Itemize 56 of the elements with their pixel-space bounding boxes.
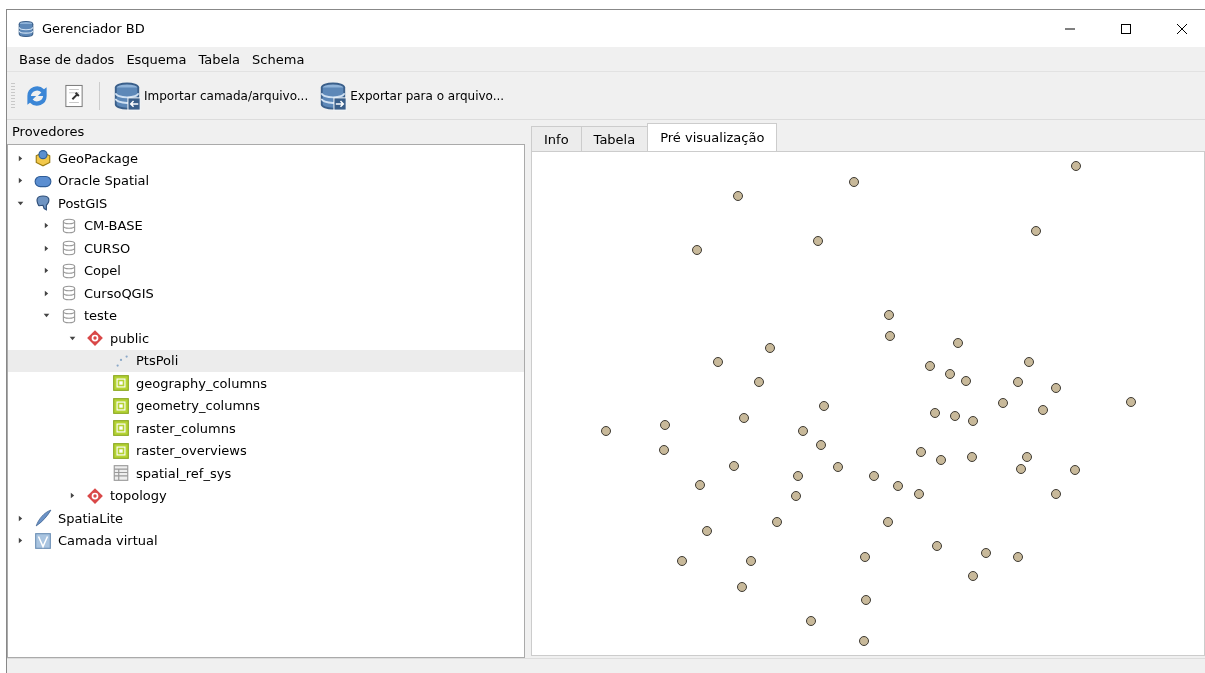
expand-arrow-icon[interactable]: [16, 176, 25, 186]
window-title: Gerenciador BD: [42, 21, 146, 36]
tree-item[interactable]: Camada virtual: [8, 529, 524, 552]
database-icon: [60, 239, 78, 258]
tab[interactable]: Tabela: [580, 126, 649, 151]
tree-item[interactable]: GeoPackage: [8, 147, 524, 170]
tree-item[interactable]: raster_columns: [8, 417, 524, 440]
export-button[interactable]: Exportar para o arquivo...: [316, 78, 507, 113]
package-icon: [34, 149, 52, 168]
database-export-icon: [318, 80, 349, 111]
tree-item[interactable]: CursoQGIS: [8, 282, 524, 305]
tree-item[interactable]: topology: [8, 484, 524, 507]
grid-icon: [112, 396, 130, 415]
tree-item[interactable]: CM-BASE: [8, 214, 524, 237]
diamond-icon: [86, 486, 104, 505]
table-icon: [112, 464, 130, 483]
expand-arrow-icon[interactable]: [42, 221, 51, 231]
tab[interactable]: Info: [531, 126, 582, 151]
database-icon: [17, 19, 35, 38]
menu-item[interactable]: Tabela: [194, 51, 245, 67]
tree-item[interactable]: Copel: [8, 259, 524, 282]
menu-item[interactable]: Schema: [248, 51, 309, 67]
tree-item[interactable]: geography_columns: [8, 372, 524, 395]
database-icon: [60, 216, 78, 235]
database-icon: [60, 261, 78, 280]
expand-arrow-icon[interactable]: [16, 536, 25, 546]
tree-item[interactable]: public: [8, 327, 524, 350]
expand-arrow-icon[interactable]: [16, 153, 25, 163]
tree-item[interactable]: teste: [8, 304, 524, 327]
tree-item[interactable]: Oracle Spatial: [8, 169, 524, 192]
database-icon: [60, 306, 78, 325]
expand-arrow-icon[interactable]: [42, 243, 51, 253]
database-import-icon: [112, 80, 142, 111]
grid-icon: [112, 374, 130, 393]
panel-title: Provedores: [11, 123, 86, 141]
diamond-icon: [86, 329, 104, 348]
tree-item[interactable]: raster_overviews: [8, 439, 524, 462]
grid-icon: [112, 441, 130, 460]
expand-arrow-icon[interactable]: [42, 266, 51, 276]
expand-arrow-icon[interactable]: [42, 288, 51, 298]
tree-item[interactable]: geometry_columns: [8, 394, 524, 417]
tree-item[interactable]: CURSO: [8, 237, 524, 260]
tree-item[interactable]: spatial_ref_sys: [8, 462, 524, 485]
expand-arrow-icon[interactable]: [16, 513, 25, 523]
toolbar-grip: [11, 82, 15, 109]
tree-item[interactable]: SpatiaLite: [8, 507, 524, 530]
menu-item[interactable]: Esquema: [122, 51, 191, 67]
menu-item[interactable]: Base de dados: [15, 51, 119, 67]
database-icon: [60, 284, 78, 303]
feather-icon: [34, 509, 52, 528]
grid-icon: [112, 419, 130, 438]
expand-arrow-icon[interactable]: [68, 491, 77, 501]
tree-item[interactable]: PostGIS: [8, 192, 524, 215]
tree-item[interactable]: PtsPoli: [8, 349, 524, 372]
tab[interactable]: Pré visualização: [647, 123, 778, 151]
import-button[interactable]: Importar camada/arquivo...: [110, 78, 311, 113]
